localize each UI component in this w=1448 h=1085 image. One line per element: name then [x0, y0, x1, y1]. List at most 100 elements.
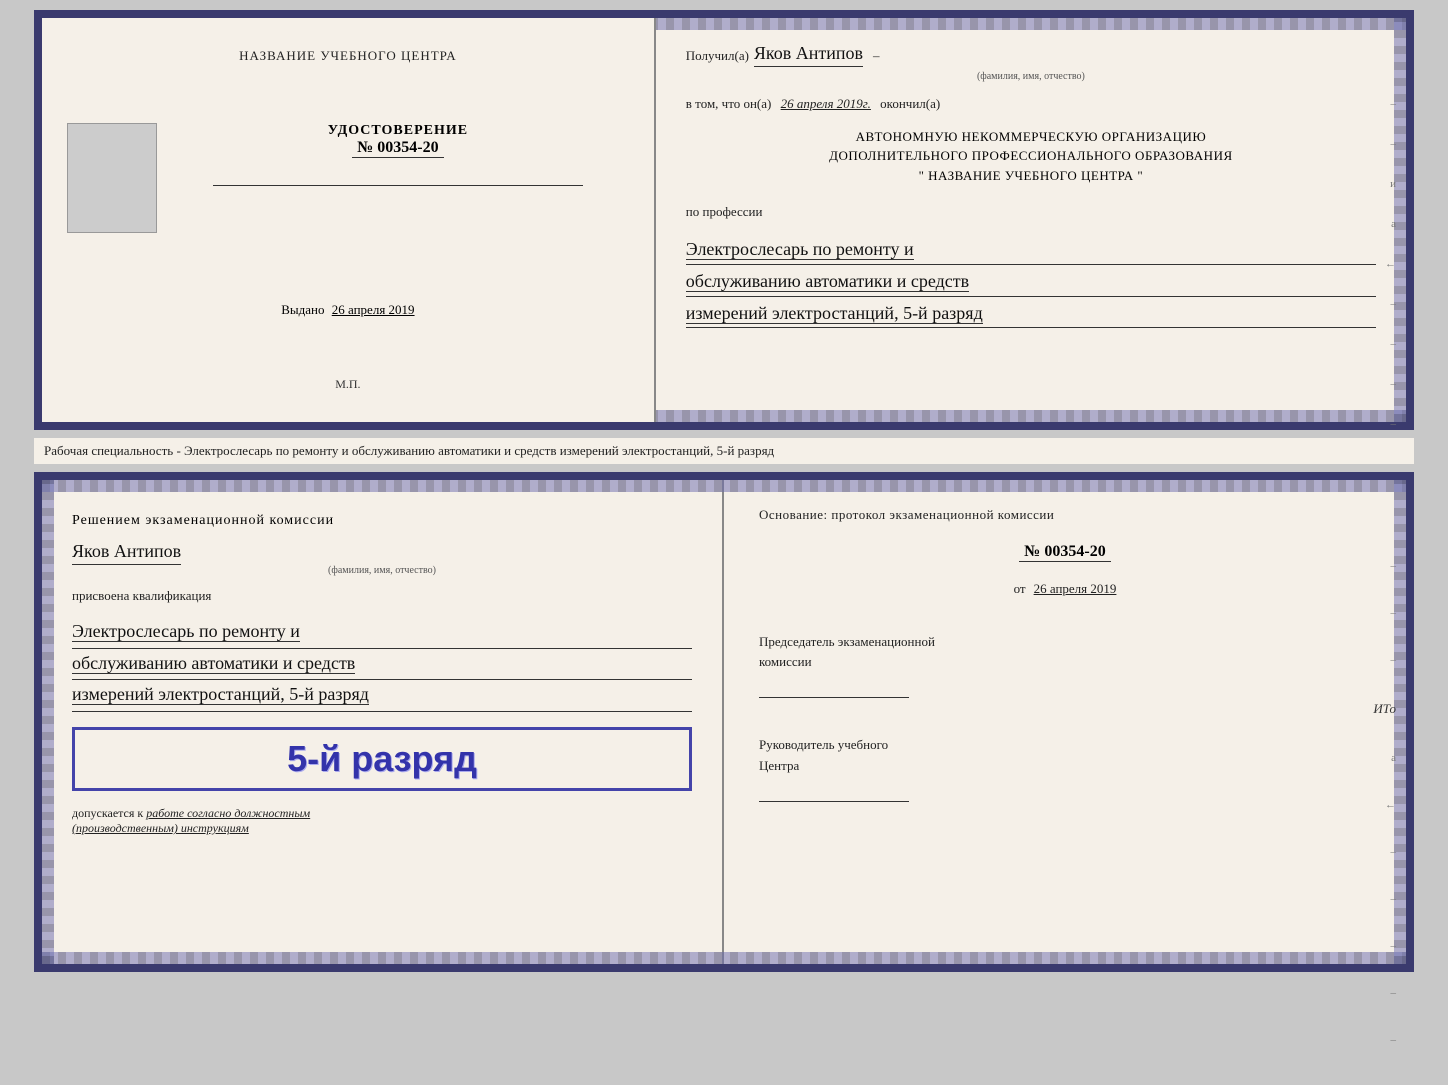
recipient-sublabel: (фамилия, имя, отчество): [686, 71, 1376, 82]
ito-mark: ИТо: [1373, 701, 1398, 717]
bottom-document-wrapper: Решением экзаменационной комиссии Яков А…: [34, 472, 1414, 972]
date-suffix: окончил(а): [880, 96, 940, 111]
mp-label: М.П.: [335, 377, 360, 392]
b-dash4: а: [1373, 752, 1398, 764]
profession-line3-wrap: измерений электростанций, 5-й разряд: [686, 299, 1376, 329]
profession-line2-wrap: обслуживанию автоматики и средств: [686, 267, 1376, 297]
date-prefix: в том, что он(а): [686, 96, 772, 111]
recipient-sublabel-wrap: (фамилия, имя, отчество): [686, 71, 1376, 82]
dash4: а: [1385, 218, 1398, 230]
org-line3: " НАЗВАНИЕ УЧЕБНОГО ЦЕНТРА ": [686, 166, 1376, 186]
dash9: –: [1385, 418, 1398, 430]
allowed-text2: (производственным) инструкциям: [72, 821, 249, 835]
top-left-page: НАЗВАНИЕ УЧЕБНОГО ЦЕНТРА УДОСТОВЕРЕНИЕ №…: [42, 18, 656, 422]
dash7: –: [1385, 338, 1398, 350]
top-document-wrapper: НАЗВАНИЕ УЧЕБНОГО ЦЕНТРА УДОСТОВЕРЕНИЕ №…: [34, 10, 1414, 430]
separator-line: Рабочая специальность - Электрослесарь п…: [44, 443, 774, 458]
b-dash5: ←: [1373, 799, 1398, 811]
profession-line1: Электрослесарь по ремонту и: [686, 239, 914, 260]
top-left-title: НАЗВАНИЕ УЧЕБНОГО ЦЕНТРА: [239, 48, 456, 64]
basis-label: Основание: протокол экзаменационной коми…: [759, 505, 1371, 526]
allowed-prefix: допускается к: [72, 806, 143, 820]
recipient-prefix: Получил(а): [686, 46, 749, 67]
b-dash8: –: [1373, 940, 1398, 952]
profession-prefix: по профессии: [686, 202, 1376, 223]
b-dash10: –: [1373, 1034, 1398, 1046]
b-dash2: –: [1373, 607, 1398, 619]
recipient-line: Получил(а) Яков Антипов –: [686, 43, 1376, 67]
qual-line2-wrap: обслуживанию автоматики и средств: [72, 649, 692, 681]
issued-date: 26 апреля 2019: [332, 302, 415, 317]
date-line: в том, что он(а) 26 апреля 2019г. окончи…: [686, 94, 1376, 115]
bottom-hatch-left: [42, 480, 54, 964]
top-left-middle: УДОСТОВЕРЕНИЕ № 00354-20: [67, 123, 629, 233]
cert-number-section: УДОСТОВЕРЕНИЕ № 00354-20: [328, 123, 468, 158]
dash8: –: [1385, 378, 1398, 390]
qual-line1: Электрослесарь по ремонту и: [72, 621, 300, 642]
issued-section: Выдано 26 апреля 2019: [281, 302, 414, 318]
decision-title-text: Решением экзаменационной комиссии: [72, 513, 334, 528]
sig-line-left: [213, 166, 582, 186]
b-dash1: –: [1373, 560, 1398, 572]
rank-box: 5-й разряд: [72, 727, 692, 791]
director-block: Руководитель учебного Центра: [759, 735, 1371, 807]
dash3: и: [1385, 178, 1398, 190]
photo-placeholder: [67, 123, 157, 233]
b-dash3: –: [1373, 654, 1398, 666]
bottom-hatch-top: [42, 480, 1406, 492]
qual-line3-wrap: измерений электростанций, 5-й разряд: [72, 680, 692, 712]
chairman-sig-line: [759, 678, 909, 698]
separator-text: Рабочая специальность - Электрослесарь п…: [34, 438, 1414, 464]
org-line1: АВТОНОМНУЮ НЕКОММЕРЧЕСКУЮ ОРГАНИЗАЦИЮ: [686, 127, 1376, 147]
allowed-text: работе согласно должностным: [146, 806, 310, 820]
issued-label: Выдано: [281, 302, 324, 317]
top-document: НАЗВАНИЕ УЧЕБНОГО ЦЕНТРА УДОСТОВЕРЕНИЕ №…: [34, 10, 1414, 430]
qualification-block: Электрослесарь по ремонту и обслуживанию…: [72, 617, 692, 712]
qual-line3: измерений электростанций, 5-й разряд: [72, 684, 369, 705]
document-container: НАЗВАНИЕ УЧЕБНОГО ЦЕНТРА УДОСТОВЕРЕНИЕ №…: [34, 10, 1414, 972]
person-sublabel: (фамилия, имя, отчество): [72, 565, 692, 576]
recipient-name: Яков Антипов: [754, 43, 863, 67]
decision-title: Решением экзаменационной комиссии: [72, 510, 692, 531]
bottom-document: Решением экзаменационной комиссии Яков А…: [34, 472, 1414, 972]
top-right-page: Получил(а) Яков Антипов – (фамилия, имя,…: [656, 18, 1406, 422]
profession-line2: обслуживанию автоматики и средств: [686, 271, 969, 292]
org-block: АВТОНОМНУЮ НЕКОММЕРЧЕСКУЮ ОРГАНИЗАЦИЮ ДО…: [686, 127, 1376, 186]
director-title: Руководитель учебного: [759, 735, 1371, 756]
chairman-title: Председатель экзаменационной: [759, 632, 1371, 653]
protocol-number: № 00354-20: [1019, 543, 1110, 562]
allowed-block: допускается к работе согласно должностны…: [72, 806, 692, 836]
profession-line3: измерений электростанций, 5-й разряд: [686, 303, 983, 324]
b-dash9: –: [1373, 987, 1398, 999]
cert-title: УДОСТОВЕРЕНИЕ: [328, 123, 468, 139]
protocol-number-wrap: № 00354-20: [759, 543, 1371, 562]
person-name-wrap: Яков Антипов (фамилия, имя, отчество): [72, 541, 692, 576]
chairman-block: Председатель экзаменационной комиссии: [759, 632, 1371, 704]
dash5: ←: [1385, 258, 1398, 270]
org-line2: ДОПОЛНИТЕЛЬНОГО ПРОФЕССИОНАЛЬНОГО ОБРАЗО…: [686, 146, 1376, 166]
dash1: –: [1385, 98, 1398, 110]
cert-number: № 00354-20: [352, 139, 443, 158]
bottom-right-dashes: – – – ИТо а ← – – – – –: [1373, 560, 1398, 1046]
dash6: –: [1385, 298, 1398, 310]
bottom-left-page: Решением экзаменационной комиссии Яков А…: [42, 480, 724, 964]
protocol-date-wrap: от 26 апреля 2019: [759, 579, 1371, 600]
director-title2: Центра: [759, 756, 1371, 777]
director-sig-line: [759, 782, 909, 802]
protocol-date: 26 апреля 2019: [1034, 581, 1117, 596]
left-content-right: УДОСТОВЕРЕНИЕ № 00354-20: [167, 123, 629, 186]
b-dash6: –: [1373, 846, 1398, 858]
person-sublabel-wrap: (фамилия, имя, отчество): [72, 565, 692, 576]
date-value: 26 апреля 2019г.: [781, 96, 871, 111]
qual-line2: обслуживанию автоматики и средств: [72, 653, 355, 674]
rank-text: 5-й разряд: [87, 738, 677, 780]
protocol-date-prefix: от: [1014, 581, 1026, 596]
bottom-hatch-bottom: [42, 952, 1406, 964]
dash2: –: [1385, 138, 1398, 150]
profession-line1-wrap: Электрослесарь по ремонту и: [686, 235, 1376, 265]
person-name: Яков Антипов: [72, 541, 181, 565]
qual-line1-wrap: Электрослесарь по ремонту и: [72, 617, 692, 649]
profession-block: Электрослесарь по ремонту и обслуживанию…: [686, 235, 1376, 330]
bottom-right-page: Основание: протокол экзаменационной коми…: [724, 480, 1406, 964]
chairman-title2: комиссии: [759, 652, 1371, 673]
